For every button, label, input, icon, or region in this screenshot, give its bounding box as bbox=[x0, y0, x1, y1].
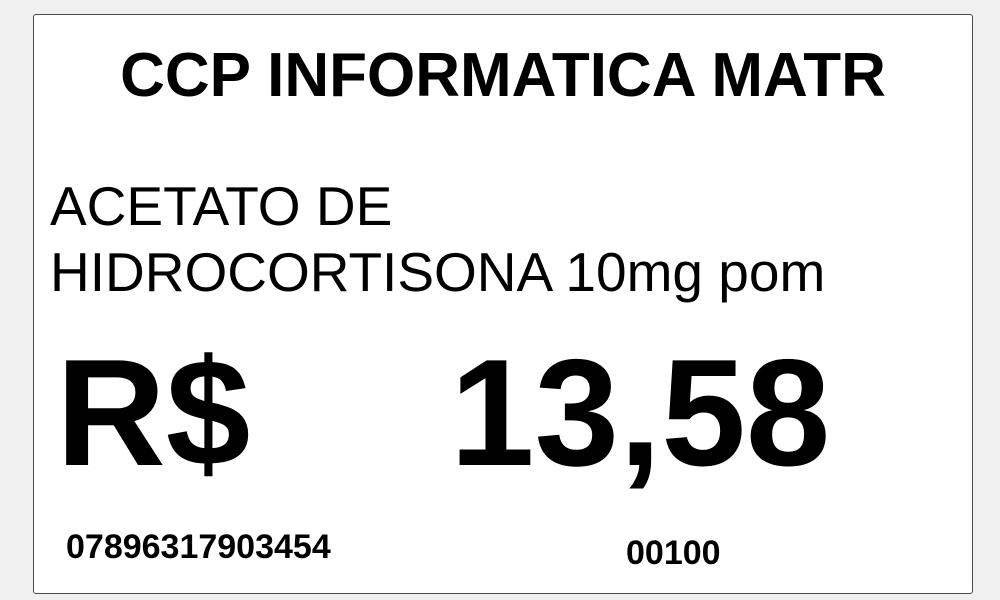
product-name-line-2: HIDROCORTISONA 10mg pom bbox=[50, 241, 826, 303]
currency-symbol: R$ bbox=[56, 328, 251, 498]
store-name: CCP INFORMATICA MATR bbox=[120, 41, 886, 110]
barcode-number: 07896317903454 bbox=[66, 528, 331, 566]
product-code: 00100 bbox=[626, 534, 721, 572]
price-label: CCP INFORMATICA MATR ACETATO DE HIDROCOR… bbox=[33, 14, 973, 594]
price-value: 13,58 bbox=[450, 328, 831, 498]
product-name-line-1: ACETATO DE bbox=[50, 175, 393, 237]
product-description: ACETATO DE HIDROCORTISONA 10mg pom bbox=[50, 173, 950, 305]
